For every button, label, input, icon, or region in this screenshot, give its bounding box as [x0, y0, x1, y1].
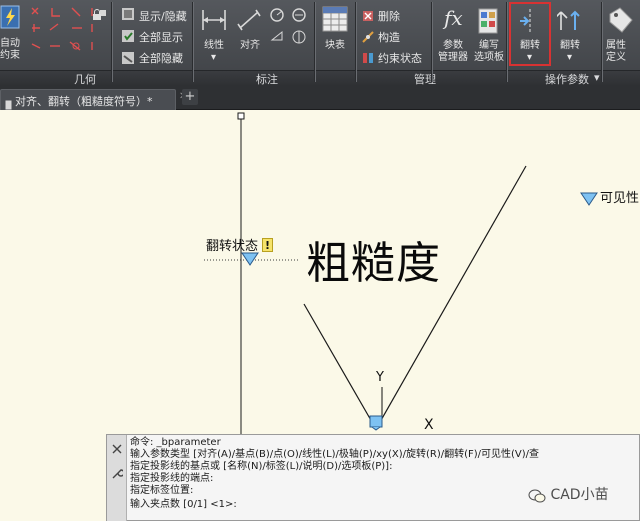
lock-icon[interactable] — [92, 6, 102, 20]
linear-dimension-icon[interactable] — [200, 6, 228, 34]
command-line: 输入参数类型 [对齐(A)/基点(B)/点(O)/线性(L)/极轴(P)/xy(… — [130, 449, 540, 460]
align-dimension-icon[interactable] — [236, 6, 264, 34]
polar-icon[interactable] — [268, 6, 312, 50]
watermark-text: CAD小苗 — [550, 487, 609, 503]
visibility-grip-icon[interactable] — [580, 191, 598, 206]
construct-button[interactable]: 构造 — [378, 29, 400, 45]
show-all-icon[interactable] — [121, 28, 135, 42]
delete-icon[interactable] — [362, 7, 374, 21]
wechat-icon — [528, 488, 546, 504]
flip-action-icon[interactable] — [518, 8, 542, 34]
attribute-define-button[interactable]: 属性 定义 — [606, 40, 626, 64]
command-line: 命令: _bparameter — [130, 437, 221, 448]
command-line: 输入夹点数 [0/1] <1>: — [130, 499, 237, 510]
panel-label-action-params: 操作参数 — [545, 73, 589, 86]
ucs-y-axis-icon — [378, 387, 386, 417]
command-window-sidebar — [107, 435, 127, 521]
construct-icon[interactable] — [362, 28, 374, 43]
ribbon: 自动 约束 几何 显示/隐藏 全部显示 全部隐藏 线性 ▾ 对齐 标注 块表 删… — [0, 0, 640, 86]
warning-badge: ! — [262, 238, 273, 252]
document-tab[interactable]: 对齐、翻转（粗糙度符号）* — [0, 89, 176, 110]
fx-icon[interactable]: fx — [444, 6, 463, 30]
action-params-menu-arrow[interactable]: ▾ — [594, 71, 600, 84]
new-tab-button[interactable]: + — [182, 89, 198, 105]
author-palette-button[interactable]: 编写 选项板 — [474, 40, 504, 64]
show-hide-button[interactable]: 显示/隐藏 — [139, 8, 187, 24]
block-table-button[interactable]: 块表 — [325, 40, 345, 52]
ribbon-panel-label-bar — [0, 70, 640, 86]
block-table-icon[interactable] — [322, 6, 348, 32]
command-line: 指定标签位置: — [130, 485, 194, 496]
panel-label-geometry: 几何 — [74, 73, 96, 86]
flip-parameter-button[interactable]: 翻转 — [560, 40, 580, 52]
auto-constrain-button[interactable]: 自动 约束 — [0, 38, 20, 62]
visibility-label: 可见性 — [600, 191, 640, 206]
show-all-button[interactable]: 全部显示 — [139, 29, 183, 45]
roughness-text: 粗糙度 — [306, 238, 441, 289]
author-palette-icon[interactable] — [477, 8, 501, 34]
autocad-window: 自动 约束 几何 显示/隐藏 全部显示 全部隐藏 线性 ▾ 对齐 标注 块表 删… — [0, 0, 640, 521]
linear-button[interactable]: 线性 — [204, 40, 224, 52]
flip-action-dropdown[interactable]: ▾ — [527, 52, 532, 64]
constraint-status-button[interactable]: 约束状态 — [378, 50, 422, 66]
panel-label-dimension: 标注 — [256, 73, 278, 86]
ucs-y-label: Y — [376, 370, 384, 385]
hide-all-button[interactable]: 全部隐藏 — [139, 50, 183, 66]
document-icon — [5, 95, 12, 110]
watermark: CAD小苗 — [528, 484, 609, 504]
show-hide-icon[interactable] — [121, 6, 135, 20]
delete-button[interactable]: 删除 — [378, 8, 400, 24]
document-tab-bar: 对齐、翻转（粗糙度符号）* ✕ + — [0, 86, 640, 110]
linear-dropdown-arrow[interactable]: ▾ — [211, 52, 216, 64]
lightning-icon[interactable] — [0, 4, 22, 30]
document-tab-label: 对齐、翻转（粗糙度符号）* — [15, 95, 153, 108]
flip-parameter-icon[interactable] — [554, 8, 583, 34]
close-icon[interactable] — [112, 439, 122, 454]
wrench-icon[interactable] — [111, 465, 125, 479]
align-button[interactable]: 对齐 — [240, 40, 260, 52]
command-line: 指定投影线的基点或 [名称(N)/标签(L)/说明(D)/选项板(P)]: — [130, 461, 393, 472]
flip-state-label: 翻转状态 — [206, 239, 259, 254]
constraint-status-icon[interactable] — [362, 49, 374, 63]
base-point-grip-icon[interactable] — [368, 415, 384, 431]
flip-action-button[interactable]: 翻转 — [520, 40, 540, 52]
flip-parameter-dropdown[interactable]: ▾ — [567, 52, 572, 64]
param-manager-button[interactable]: 参数 管理器 — [438, 40, 468, 64]
ucs-x-label: X — [424, 417, 434, 433]
panel-label-manage: 管理 — [414, 73, 436, 86]
attribute-tag-icon[interactable] — [606, 6, 634, 34]
command-window[interactable]: 命令: _bparameter 输入参数类型 [对齐(A)/基点(B)/点(O)… — [106, 434, 640, 521]
hide-all-icon[interactable] — [121, 50, 135, 64]
command-line: 指定投影线的端点: — [130, 473, 214, 484]
